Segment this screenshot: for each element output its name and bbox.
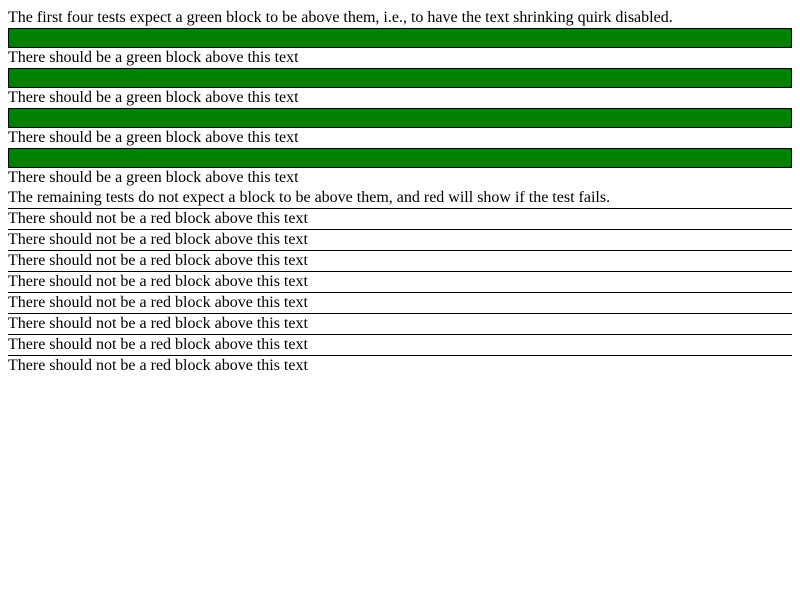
red-test-text-1: There should not be a red block above th… xyxy=(8,210,308,227)
red-test-text-5: There should not be a red block above th… xyxy=(8,294,308,311)
red-test-text-4: There should not be a red block above th… xyxy=(8,273,308,290)
green-test-text-3: There should be a green block above this… xyxy=(8,129,299,146)
green-test-block-4 xyxy=(8,148,792,168)
test-page: The first four tests expect a green bloc… xyxy=(0,0,800,376)
red-test-text-8: There should not be a red block above th… xyxy=(8,357,308,374)
green-test-block-2 xyxy=(8,68,792,88)
green-test-block-3 xyxy=(8,108,792,128)
green-test-text-4: There should be a green block above this… xyxy=(8,169,299,186)
red-test-text-7: There should not be a red block above th… xyxy=(8,336,308,353)
green-tests-intro: The first four tests expect a green bloc… xyxy=(8,9,673,26)
green-test-block-1 xyxy=(8,28,792,48)
green-test-text-2: There should be a green block above this… xyxy=(8,89,299,106)
red-test-text-2: There should not be a red block above th… xyxy=(8,231,308,248)
green-test-text-1: There should be a green block above this… xyxy=(8,49,299,66)
red-test-text-6: There should not be a red block above th… xyxy=(8,315,308,332)
red-tests-intro: The remaining tests do not expect a bloc… xyxy=(8,189,611,206)
red-test-text-3: There should not be a red block above th… xyxy=(8,252,308,269)
